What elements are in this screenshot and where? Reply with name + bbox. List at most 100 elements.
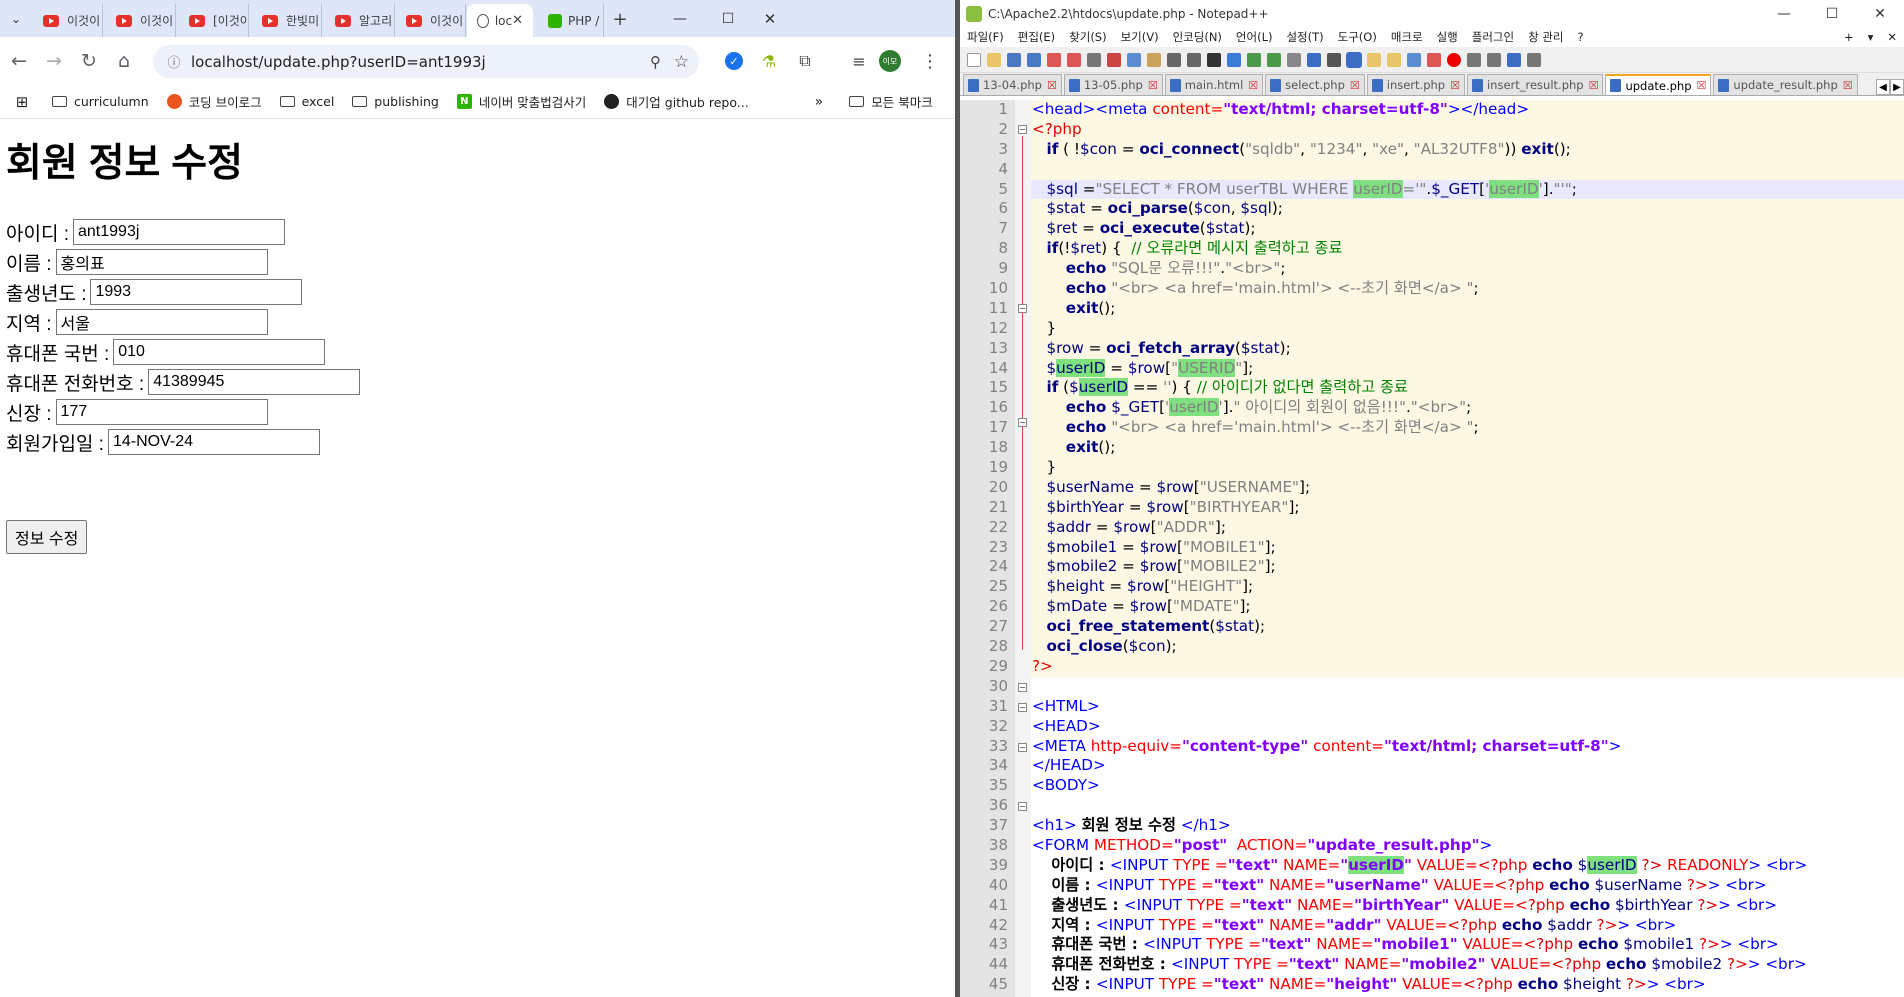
tab-close-icon[interactable]: ☒ bbox=[1843, 79, 1853, 92]
open-file-icon[interactable] bbox=[987, 52, 1001, 67]
tab-search-chevron-icon[interactable]: ⌄ bbox=[6, 10, 26, 28]
username-input[interactable] bbox=[55, 249, 268, 275]
tab-4[interactable]: 알고리 bbox=[325, 4, 395, 37]
tab-close-icon[interactable]: ☒ bbox=[1248, 79, 1258, 92]
close-all-icon[interactable] bbox=[1067, 52, 1081, 67]
macro-stop-icon[interactable] bbox=[1467, 52, 1481, 67]
home-icon[interactable]: ⌂ bbox=[108, 45, 140, 77]
bookmark-star-icon[interactable]: ☆ bbox=[674, 52, 689, 72]
doc-map-icon[interactable] bbox=[1367, 52, 1381, 67]
reload-icon[interactable]: ↻ bbox=[73, 45, 105, 77]
tab-scroll-left-icon[interactable]: ◀ bbox=[1876, 79, 1890, 95]
menu-settings[interactable]: 설정(T) bbox=[1286, 29, 1323, 45]
bookmark-folder-all[interactable]: 모든 북마크 bbox=[849, 92, 933, 111]
zoom-in-icon[interactable] bbox=[1247, 52, 1261, 67]
mobile1-input[interactable] bbox=[113, 339, 326, 365]
copy-icon[interactable] bbox=[1127, 52, 1141, 67]
site-info-icon[interactable]: ⓘ bbox=[163, 52, 185, 71]
indent-guide-icon[interactable] bbox=[1346, 51, 1362, 68]
tab-2[interactable]: [이것이 bbox=[179, 4, 249, 37]
replace-icon[interactable] bbox=[1227, 52, 1241, 67]
menu-run[interactable]: 실행 bbox=[1437, 29, 1458, 45]
file-tab-insert-result[interactable]: insert_result.php ☒ bbox=[1466, 74, 1604, 95]
redo-icon[interactable] bbox=[1187, 52, 1201, 67]
close-window-icon[interactable]: ✕ bbox=[750, 7, 790, 31]
menu-language[interactable]: 언어(L) bbox=[1236, 29, 1273, 45]
menu-window[interactable]: 창 관리 bbox=[1528, 29, 1563, 45]
zoom-icon[interactable]: ⚲ bbox=[650, 53, 661, 71]
fold-toggle-icon[interactable]: − bbox=[1018, 802, 1027, 811]
flask-icon[interactable]: ⚗ bbox=[760, 52, 778, 71]
addr-input[interactable] bbox=[55, 309, 268, 335]
maximize-icon[interactable]: ☐ bbox=[1808, 6, 1856, 22]
fold-toggle-icon[interactable]: − bbox=[1018, 683, 1027, 692]
menu-plugins[interactable]: 플러그인 bbox=[1472, 29, 1514, 45]
word-wrap-icon[interactable] bbox=[1307, 52, 1321, 67]
apps-grid-icon[interactable]: ⊞ bbox=[12, 93, 32, 111]
mobile2-input[interactable] bbox=[148, 369, 361, 395]
menu-help[interactable]: ? bbox=[1577, 30, 1583, 44]
close-file-icon[interactable] bbox=[1047, 52, 1061, 67]
macro-run-multiple-icon[interactable] bbox=[1507, 52, 1521, 67]
menu-macro[interactable]: 매크로 bbox=[1391, 29, 1423, 45]
menu-file[interactable]: 파일(F) bbox=[967, 29, 1004, 45]
tab-close-icon[interactable]: ✕ bbox=[512, 13, 523, 28]
update-submit-button[interactable]: 정보 수정 bbox=[6, 520, 88, 554]
new-file-icon[interactable] bbox=[967, 52, 981, 67]
menu-search[interactable]: 찾기(S) bbox=[1069, 29, 1106, 45]
menu-tools[interactable]: 도구(O) bbox=[1338, 29, 1377, 45]
tab-scroll-right-icon[interactable]: ▶ bbox=[1890, 79, 1904, 95]
height-input[interactable] bbox=[55, 399, 268, 425]
minimize-icon[interactable]: — bbox=[660, 7, 700, 31]
more-bookmarks-icon[interactable]: » bbox=[815, 94, 824, 110]
tab-close-icon[interactable]: ☒ bbox=[1589, 79, 1599, 92]
sync-scroll-icon[interactable] bbox=[1287, 52, 1301, 67]
profile-avatar[interactable]: 이모 bbox=[879, 50, 901, 72]
fold-toggle-icon[interactable]: − bbox=[1018, 304, 1027, 313]
code-text[interactable]: <head><meta content="text/html; charset=… bbox=[1031, 100, 1904, 997]
function-list-icon[interactable] bbox=[1387, 52, 1401, 67]
tab-close-icon[interactable]: ☒ bbox=[1697, 79, 1707, 92]
save-icon[interactable] bbox=[1007, 52, 1021, 67]
save-all-icon[interactable] bbox=[1027, 52, 1041, 67]
tab-3[interactable]: 한빛미 bbox=[252, 4, 322, 37]
bookmark-coding-vlog[interactable]: 코딩 브이로그 bbox=[166, 92, 262, 111]
extension-check-icon[interactable]: ✓ bbox=[725, 52, 743, 70]
macro-save-icon[interactable] bbox=[1527, 52, 1541, 67]
file-tab-select[interactable]: select.php ☒ bbox=[1265, 74, 1365, 95]
tab-6-active[interactable]: loc ✕ bbox=[467, 4, 533, 37]
back-arrow-icon[interactable]: ← bbox=[3, 45, 35, 77]
menu-edit[interactable]: 편집(E) bbox=[1018, 29, 1055, 45]
tab-1[interactable]: 이것이 bbox=[106, 4, 176, 37]
extensions-puzzle-icon[interactable]: ⧉ bbox=[796, 51, 814, 70]
undo-icon[interactable] bbox=[1167, 52, 1181, 67]
file-tab-insert[interactable]: insert.php ☒ bbox=[1366, 74, 1465, 95]
macro-play-icon[interactable] bbox=[1487, 52, 1501, 67]
tab-close-icon[interactable]: ☒ bbox=[1047, 79, 1057, 92]
bookmark-folder-excel[interactable]: excel bbox=[279, 94, 334, 109]
file-tab-13-04[interactable]: 13-04.php ☒ bbox=[963, 74, 1062, 95]
find-icon[interactable] bbox=[1207, 52, 1221, 67]
menu-add-icon[interactable]: + bbox=[1844, 30, 1854, 44]
address-bar[interactable]: ⓘ localhost/update.php?userID=ant1993j ⚲… bbox=[153, 45, 699, 78]
minimize-icon[interactable]: — bbox=[1760, 6, 1808, 22]
close-window-icon[interactable]: ✕ bbox=[1856, 6, 1904, 22]
folder-workspace-icon[interactable] bbox=[1407, 52, 1421, 67]
monitoring-icon[interactable] bbox=[1427, 52, 1441, 67]
new-tab-icon[interactable]: + bbox=[608, 7, 632, 31]
userid-input[interactable] bbox=[73, 219, 285, 245]
tab-5[interactable]: 이것이 bbox=[396, 4, 466, 37]
fold-toggle-icon[interactable]: − bbox=[1018, 743, 1027, 752]
zoom-out-icon[interactable] bbox=[1267, 52, 1281, 67]
bookmark-folder-publishing[interactable]: publishing bbox=[352, 94, 439, 109]
bookmark-naver-spellcheck[interactable]: N 네이버 맞춤법검사기 bbox=[456, 92, 586, 111]
cut-icon[interactable] bbox=[1107, 52, 1121, 67]
menu-dropdown-icon[interactable]: ▾ bbox=[1868, 30, 1874, 44]
show-all-chars-icon[interactable] bbox=[1327, 52, 1341, 67]
tab-0[interactable]: 이것이 bbox=[33, 4, 103, 37]
bookmark-folder-curriculumn[interactable]: curriculumn bbox=[52, 94, 149, 109]
forward-arrow-icon[interactable]: → bbox=[38, 45, 70, 77]
menu-encoding[interactable]: 인코딩(N) bbox=[1173, 29, 1222, 45]
file-tab-update-result[interactable]: update_result.php ☒ bbox=[1713, 74, 1858, 95]
print-icon[interactable] bbox=[1087, 52, 1101, 67]
